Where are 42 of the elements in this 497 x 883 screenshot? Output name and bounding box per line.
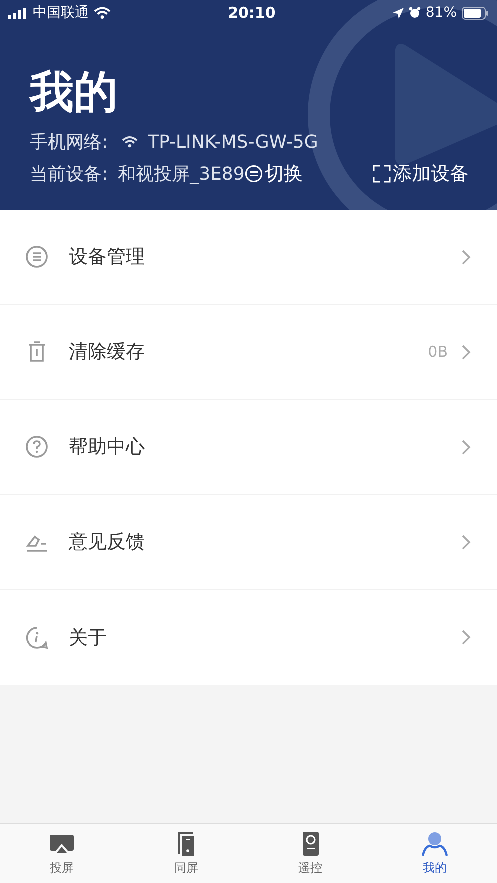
- cache-size: 0B: [428, 343, 448, 361]
- add-device-button[interactable]: 添加设备: [373, 161, 469, 187]
- carrier-name: 中国联通: [33, 4, 89, 22]
- status-time: 20:10: [228, 4, 276, 22]
- page-title: 我的: [30, 68, 119, 118]
- location-icon: [392, 8, 404, 18]
- alarm-icon: [408, 7, 421, 19]
- battery-percent: 81%: [426, 5, 457, 21]
- device-label: 当前设备:: [30, 163, 108, 186]
- scan-icon: [373, 165, 391, 183]
- menu-label: 关于: [69, 626, 108, 650]
- wifi-icon: [122, 136, 138, 148]
- chevron-icon: [462, 250, 471, 264]
- chevron-icon: [462, 630, 471, 645]
- menu-item[interactable]: 意见反馈: [0, 495, 497, 590]
- menu-label: 帮助中心: [69, 435, 146, 460]
- switch-icon: [244, 165, 263, 183]
- switch-device-button[interactable]: 切换: [244, 161, 303, 187]
- menu-item[interactable]: 关于: [0, 590, 497, 685]
- tab-bar-item[interactable]: 同屏: [124, 824, 248, 883]
- chevron-icon: [462, 440, 471, 454]
- menu-item[interactable]: 设备管理: [0, 210, 497, 305]
- signal-icon: [8, 8, 28, 18]
- menu-item[interactable]: 清除缓存 0B: [0, 305, 497, 400]
- menu-label: 意见反馈: [69, 530, 146, 555]
- network-name: TP-LINK-MS-GW-5G: [148, 132, 318, 152]
- help-icon: [25, 435, 49, 459]
- info-icon: [25, 626, 49, 650]
- list-icon: [25, 245, 49, 269]
- battery-icon: [462, 6, 489, 20]
- network-label: 手机网络:: [30, 131, 108, 154]
- chevron-icon: [462, 534, 471, 550]
- wifi-icon: [94, 7, 111, 19]
- menu-item[interactable]: 帮助中心: [0, 400, 497, 495]
- tab-bar-item[interactable]: 投屏: [0, 824, 124, 883]
- person-icon: [422, 830, 448, 856]
- menu-label: 清除缓存: [69, 340, 146, 365]
- tab-bar-item[interactable]: 遥控: [248, 824, 373, 883]
- chevron-icon: [462, 344, 471, 360]
- menu-label: 设备管理: [69, 245, 146, 270]
- tab-bar-item[interactable]: 我的: [372, 824, 497, 883]
- device-name: 和视投屏_3E89: [118, 163, 245, 186]
